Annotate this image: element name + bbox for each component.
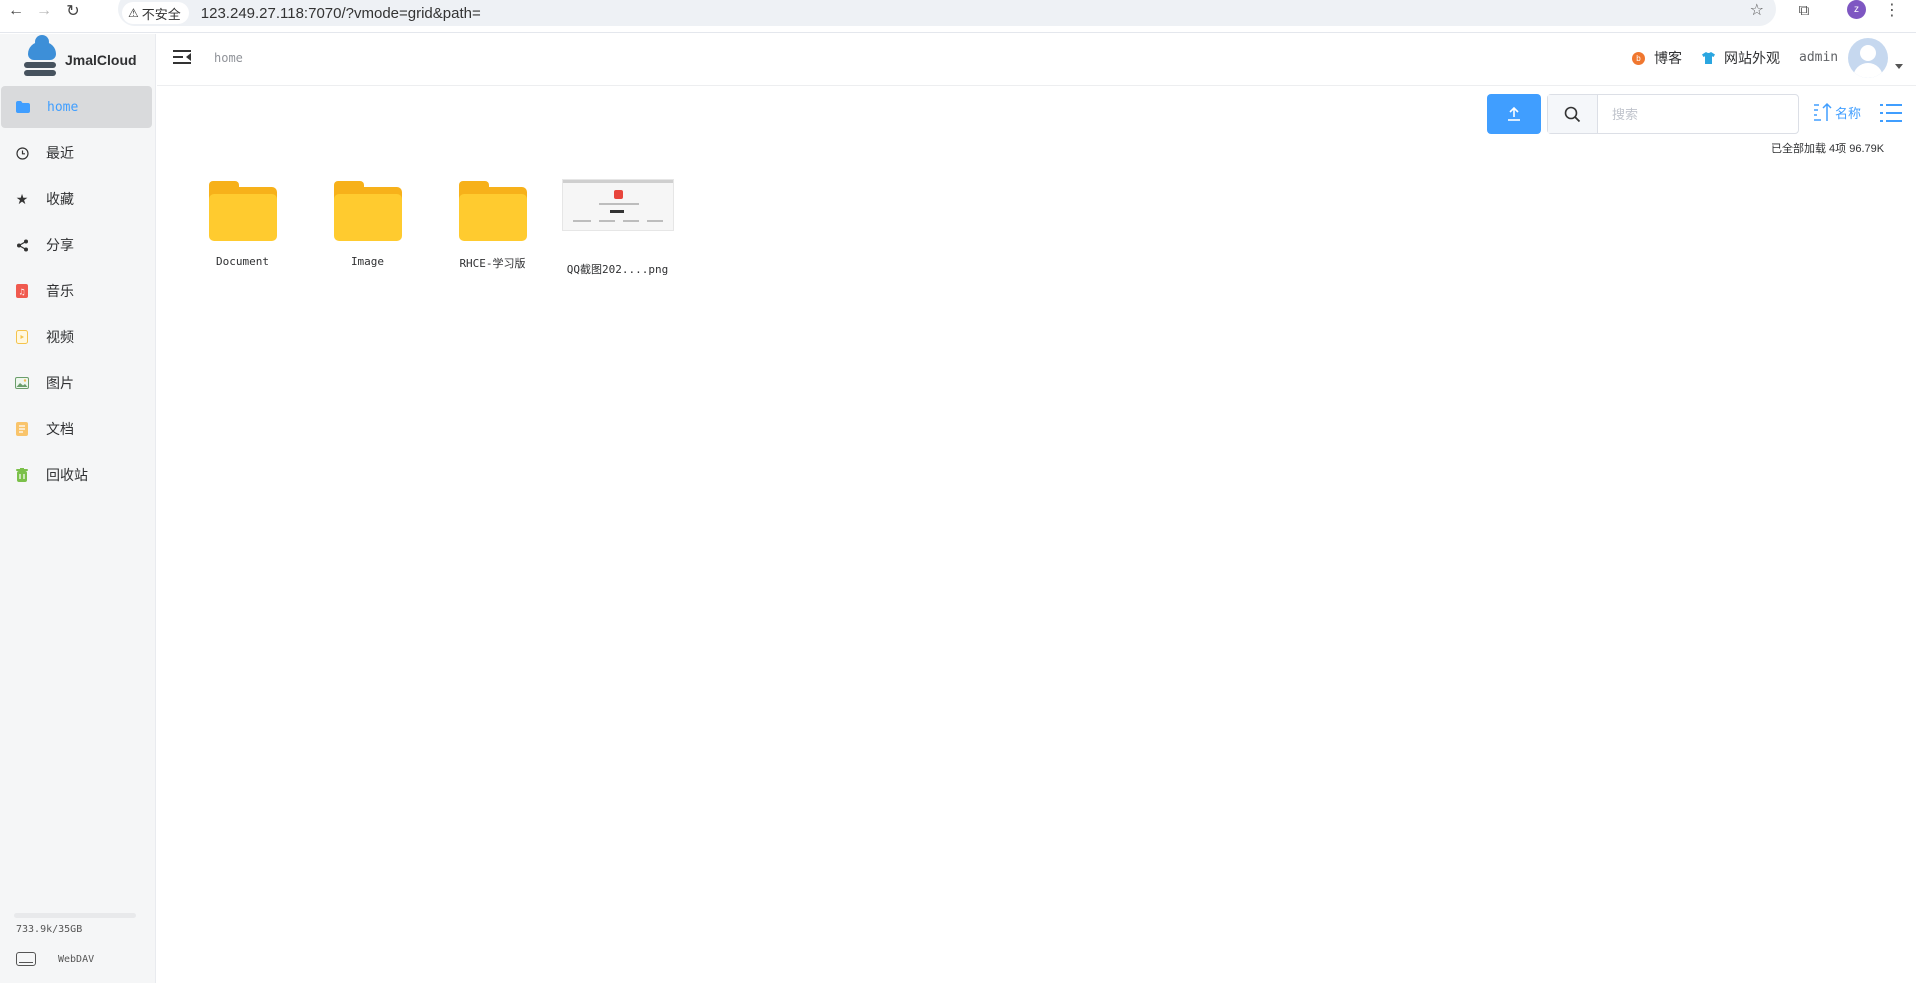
sort-label: 名称 <box>1835 106 1862 121</box>
security-label: 不安全 <box>141 6 181 22</box>
sidebar-item-label: home <box>47 99 79 115</box>
profile-avatar[interactable]: z <box>1847 0 1866 19</box>
sidebar-item-share[interactable]: 分享 <box>0 224 151 266</box>
appearance-link[interactable]: 网站外观 <box>1702 48 1780 68</box>
storage-usage-text: 733.9k/35GB <box>16 924 83 935</box>
upload-button[interactable] <box>1487 94 1541 134</box>
forward-icon[interactable]: → <box>32 0 56 22</box>
file-item[interactable]: QQ截图202....png <box>555 176 680 277</box>
sidebar-item-label: 收藏 <box>46 191 74 207</box>
sidebar-item-label: 最近 <box>46 145 74 161</box>
sidebar-item-home[interactable]: home <box>1 86 152 128</box>
sidebar-item-label: 图片 <box>46 375 74 391</box>
share-icon <box>14 237 30 253</box>
collapse-sidebar-icon[interactable] <box>173 49 191 65</box>
clock-icon <box>14 145 30 161</box>
warning-icon: ⚠ <box>128 6 139 20</box>
sidebar-item-music[interactable]: ♫ 音乐 <box>0 270 151 312</box>
sidebar-item-label: 分享 <box>46 237 74 253</box>
file-name: QQ截图202....png <box>566 263 669 276</box>
sidebar-item-label: 音乐 <box>46 283 74 299</box>
webdav-link[interactable]: WebDAV <box>16 952 94 966</box>
breadcrumb[interactable]: home <box>214 51 243 65</box>
sidebar-item-favorites[interactable]: ★ 收藏 <box>0 178 151 220</box>
tshirt-icon <box>1702 52 1715 65</box>
music-icon: ♫ <box>14 283 30 299</box>
list-view-icon[interactable] <box>1880 103 1902 123</box>
caret-down-icon[interactable] <box>1895 64 1903 69</box>
file-item[interactable]: Document <box>180 176 305 277</box>
back-icon[interactable]: ← <box>4 0 28 22</box>
user-avatar[interactable] <box>1848 38 1888 78</box>
username[interactable]: admin <box>1799 50 1838 65</box>
bookmark-star-icon[interactable]: ☆ <box>1750 0 1764 20</box>
sidebar-item-label: 回收站 <box>46 467 88 483</box>
storage-progress-bar <box>14 913 136 918</box>
sort-by-name-button[interactable]: 名称 <box>1812 102 1861 122</box>
sort-ascending-icon <box>1814 102 1832 121</box>
image-icon <box>14 375 30 391</box>
file-name: RHCE-学习版 <box>459 257 526 270</box>
url-text[interactable]: 123.249.27.118:7070/?vmode=grid&path= <box>201 5 481 22</box>
folder-icon <box>15 99 31 115</box>
sidebar: JmalCloud home 最近 ★ 收藏 分享 ♫ 音乐 视频 图片 文档 … <box>0 34 156 983</box>
blog-label: 博客 <box>1654 50 1682 66</box>
app-name: JmalCloud <box>65 52 137 68</box>
svg-text:♫: ♫ <box>18 288 25 297</box>
webdav-label: WebDAV <box>58 953 95 965</box>
appearance-label: 网站外观 <box>1724 50 1780 66</box>
folder-icon <box>333 181 402 241</box>
video-icon <box>14 329 30 345</box>
file-name: Document <box>216 255 269 268</box>
sidebar-item-label: 文档 <box>46 421 74 437</box>
sidebar-item-label: 视频 <box>46 329 74 345</box>
trash-icon <box>14 467 30 483</box>
security-chip[interactable]: ⚠ 不安全 <box>122 2 189 24</box>
blog-icon: b <box>1632 51 1645 65</box>
sidebar-item-recent[interactable]: 最近 <box>0 132 151 174</box>
document-icon <box>14 421 30 437</box>
reload-icon[interactable]: ↻ <box>61 0 85 22</box>
file-name: Image <box>350 255 385 268</box>
folder-icon <box>208 181 277 241</box>
browser-toolbar: ← → ↻ ⚠ 不安全 123.249.27.118:7070/?vmode=g… <box>0 0 1916 33</box>
file-item[interactable]: Image <box>305 176 430 277</box>
image-thumbnail <box>561 179 674 231</box>
blog-link[interactable]: b 博客 <box>1632 48 1682 68</box>
load-summary: 已全部加载 4项 96.79K <box>1771 143 1885 155</box>
search-box <box>1547 94 1799 134</box>
search-button[interactable] <box>1548 95 1598 133</box>
cloud-logo-icon <box>22 35 58 78</box>
hard-drive-icon <box>16 952 36 966</box>
file-item[interactable]: RHCE-学习版 <box>430 176 555 277</box>
upload-icon <box>1508 106 1520 121</box>
app-header: home b 博客 网站外观 admin <box>157 34 1916 86</box>
extensions-icon[interactable]: ⧉ <box>1792 0 1816 20</box>
search-input[interactable] <box>1598 95 1798 133</box>
sidebar-item-documents[interactable]: 文档 <box>0 408 151 450</box>
file-grid: Document Image RHCE-学习版 QQ截图202....png <box>180 176 680 277</box>
app-logo[interactable]: JmalCloud <box>22 35 137 78</box>
sidebar-item-images[interactable]: 图片 <box>0 362 151 404</box>
folder-icon <box>458 181 527 241</box>
address-bar[interactable]: ⚠ 不安全 123.249.27.118:7070/?vmode=grid&pa… <box>118 0 1776 26</box>
sidebar-item-trash[interactable]: 回收站 <box>0 454 151 496</box>
sidebar-item-video[interactable]: 视频 <box>0 316 151 358</box>
search-icon <box>1564 106 1581 122</box>
sidebar-menu: home 最近 ★ 收藏 分享 ♫ 音乐 视频 图片 文档 回收站 <box>0 86 156 500</box>
star-icon: ★ <box>15 190 29 207</box>
browser-menu-icon[interactable]: ⋮ <box>1882 0 1902 20</box>
